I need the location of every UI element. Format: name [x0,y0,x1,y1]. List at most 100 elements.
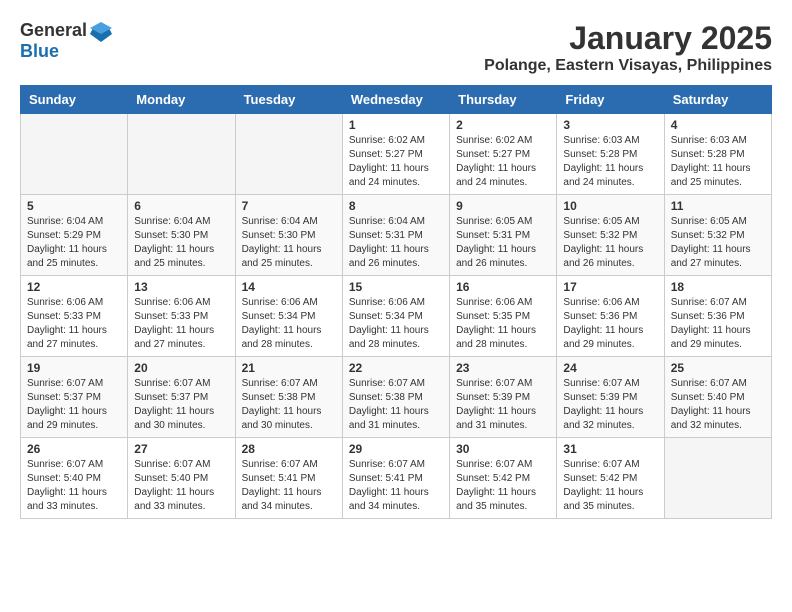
sunset-text: Sunset: 5:32 PM [563,230,637,241]
day-info: Sunrise: 6:03 AM Sunset: 5:28 PM Dayligh… [671,134,765,190]
day-info: Sunrise: 6:07 AM Sunset: 5:36 PM Dayligh… [671,296,765,352]
calendar-cell [235,114,342,195]
day-number: 21 [242,361,336,375]
calendar-cell: 8 Sunrise: 6:04 AM Sunset: 5:31 PM Dayli… [342,195,449,276]
sunset-text: Sunset: 5:30 PM [242,230,316,241]
day-number: 27 [134,442,228,456]
sunrise-text: Sunrise: 6:07 AM [456,378,532,389]
sunset-text: Sunset: 5:33 PM [27,311,101,322]
calendar-cell: 14 Sunrise: 6:06 AM Sunset: 5:34 PM Dayl… [235,276,342,357]
daylight-text: Daylight: 11 hours and 25 minutes. [27,244,107,269]
day-info: Sunrise: 6:07 AM Sunset: 5:38 PM Dayligh… [349,377,443,433]
daylight-text: Daylight: 11 hours and 31 minutes. [456,406,536,431]
day-number: 25 [671,361,765,375]
sunrise-text: Sunrise: 6:03 AM [671,135,747,146]
sunrise-text: Sunrise: 6:07 AM [27,459,103,470]
sunrise-text: Sunrise: 6:06 AM [456,297,532,308]
day-info: Sunrise: 6:07 AM Sunset: 5:40 PM Dayligh… [27,458,121,514]
day-info: Sunrise: 6:07 AM Sunset: 5:41 PM Dayligh… [242,458,336,514]
sunset-text: Sunset: 5:37 PM [134,392,208,403]
daylight-text: Daylight: 11 hours and 35 minutes. [563,487,643,512]
calendar-cell: 23 Sunrise: 6:07 AM Sunset: 5:39 PM Dayl… [450,357,557,438]
day-number: 23 [456,361,550,375]
header-sunday: Sunday [21,86,128,114]
daylight-text: Daylight: 11 hours and 24 minutes. [456,163,536,188]
calendar-cell: 2 Sunrise: 6:02 AM Sunset: 5:27 PM Dayli… [450,114,557,195]
daylight-text: Daylight: 11 hours and 34 minutes. [242,487,322,512]
daylight-text: Daylight: 11 hours and 25 minutes. [134,244,214,269]
sunset-text: Sunset: 5:36 PM [563,311,637,322]
day-info: Sunrise: 6:07 AM Sunset: 5:40 PM Dayligh… [134,458,228,514]
calendar-cell: 6 Sunrise: 6:04 AM Sunset: 5:30 PM Dayli… [128,195,235,276]
day-info: Sunrise: 6:07 AM Sunset: 5:39 PM Dayligh… [563,377,657,433]
week-row-5: 26 Sunrise: 6:07 AM Sunset: 5:40 PM Dayl… [21,438,772,519]
sunset-text: Sunset: 5:42 PM [456,473,530,484]
sunrise-text: Sunrise: 6:04 AM [27,216,103,227]
sunset-text: Sunset: 5:32 PM [671,230,745,241]
sunrise-text: Sunrise: 6:07 AM [563,378,639,389]
day-info: Sunrise: 6:04 AM Sunset: 5:29 PM Dayligh… [27,215,121,271]
day-number: 14 [242,280,336,294]
daylight-text: Daylight: 11 hours and 33 minutes. [134,487,214,512]
calendar-cell: 10 Sunrise: 6:05 AM Sunset: 5:32 PM Dayl… [557,195,664,276]
day-number: 9 [456,199,550,213]
calendar-cell: 26 Sunrise: 6:07 AM Sunset: 5:40 PM Dayl… [21,438,128,519]
sunset-text: Sunset: 5:41 PM [349,473,423,484]
calendar-table: SundayMondayTuesdayWednesdayThursdayFrid… [20,85,772,519]
day-info: Sunrise: 6:07 AM Sunset: 5:42 PM Dayligh… [563,458,657,514]
daylight-text: Daylight: 11 hours and 29 minutes. [27,406,107,431]
sunset-text: Sunset: 5:34 PM [242,311,316,322]
sunset-text: Sunset: 5:39 PM [563,392,637,403]
day-number: 28 [242,442,336,456]
sunrise-text: Sunrise: 6:02 AM [456,135,532,146]
sunrise-text: Sunrise: 6:07 AM [456,459,532,470]
logo-blue-text: Blue [20,42,112,62]
header-thursday: Thursday [450,86,557,114]
daylight-text: Daylight: 11 hours and 34 minutes. [349,487,429,512]
sunrise-text: Sunrise: 6:05 AM [456,216,532,227]
sunrise-text: Sunrise: 6:04 AM [134,216,210,227]
logo-general-text: General [20,21,87,41]
sunrise-text: Sunrise: 6:02 AM [349,135,425,146]
calendar-cell: 7 Sunrise: 6:04 AM Sunset: 5:30 PM Dayli… [235,195,342,276]
calendar-cell: 13 Sunrise: 6:06 AM Sunset: 5:33 PM Dayl… [128,276,235,357]
daylight-text: Daylight: 11 hours and 30 minutes. [134,406,214,431]
calendar-cell: 24 Sunrise: 6:07 AM Sunset: 5:39 PM Dayl… [557,357,664,438]
day-info: Sunrise: 6:07 AM Sunset: 5:39 PM Dayligh… [456,377,550,433]
day-info: Sunrise: 6:06 AM Sunset: 5:36 PM Dayligh… [563,296,657,352]
day-number: 6 [134,199,228,213]
calendar-cell: 19 Sunrise: 6:07 AM Sunset: 5:37 PM Dayl… [21,357,128,438]
sunset-text: Sunset: 5:42 PM [563,473,637,484]
daylight-text: Daylight: 11 hours and 28 minutes. [242,325,322,350]
sunrise-text: Sunrise: 6:07 AM [349,378,425,389]
daylight-text: Daylight: 11 hours and 25 minutes. [671,163,751,188]
day-info: Sunrise: 6:05 AM Sunset: 5:32 PM Dayligh… [671,215,765,271]
header-wednesday: Wednesday [342,86,449,114]
day-number: 3 [563,118,657,132]
daylight-text: Daylight: 11 hours and 24 minutes. [563,163,643,188]
daylight-text: Daylight: 11 hours and 35 minutes. [456,487,536,512]
daylight-text: Daylight: 11 hours and 33 minutes. [27,487,107,512]
sunrise-text: Sunrise: 6:05 AM [671,216,747,227]
calendar-cell: 30 Sunrise: 6:07 AM Sunset: 5:42 PM Dayl… [450,438,557,519]
day-info: Sunrise: 6:04 AM Sunset: 5:31 PM Dayligh… [349,215,443,271]
day-info: Sunrise: 6:06 AM Sunset: 5:35 PM Dayligh… [456,296,550,352]
calendar-cell: 27 Sunrise: 6:07 AM Sunset: 5:40 PM Dayl… [128,438,235,519]
sunrise-text: Sunrise: 6:07 AM [671,378,747,389]
sunset-text: Sunset: 5:35 PM [456,311,530,322]
sunset-text: Sunset: 5:33 PM [134,311,208,322]
day-info: Sunrise: 6:06 AM Sunset: 5:33 PM Dayligh… [27,296,121,352]
day-info: Sunrise: 6:05 AM Sunset: 5:31 PM Dayligh… [456,215,550,271]
sunrise-text: Sunrise: 6:07 AM [242,459,318,470]
daylight-text: Daylight: 11 hours and 26 minutes. [349,244,429,269]
calendar-cell: 4 Sunrise: 6:03 AM Sunset: 5:28 PM Dayli… [664,114,771,195]
week-row-4: 19 Sunrise: 6:07 AM Sunset: 5:37 PM Dayl… [21,357,772,438]
sunrise-text: Sunrise: 6:06 AM [27,297,103,308]
sunrise-text: Sunrise: 6:05 AM [563,216,639,227]
day-info: Sunrise: 6:07 AM Sunset: 5:37 PM Dayligh… [27,377,121,433]
sunset-text: Sunset: 5:27 PM [349,149,423,160]
week-row-2: 5 Sunrise: 6:04 AM Sunset: 5:29 PM Dayli… [21,195,772,276]
sunrise-text: Sunrise: 6:03 AM [563,135,639,146]
day-number: 18 [671,280,765,294]
day-number: 22 [349,361,443,375]
